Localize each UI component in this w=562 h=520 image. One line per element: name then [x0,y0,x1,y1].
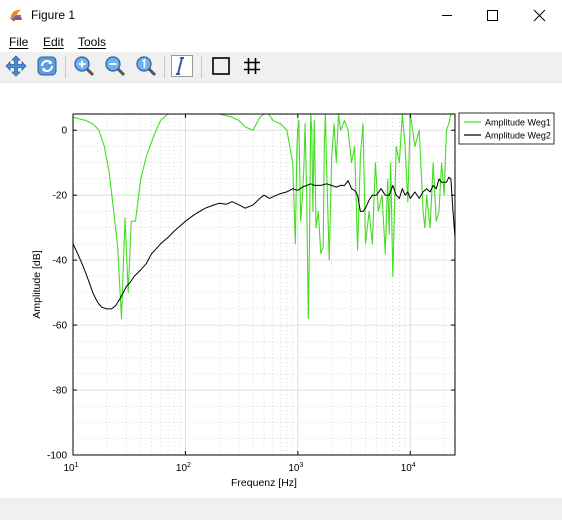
plot-area[interactable]: 0-20-40-60-80-100101 102 103 104Frequenz [H… [0,83,562,498]
axes-background [73,114,455,455]
x-tick-exponent: 3 [299,462,303,469]
toolbar-separator [201,56,202,78]
y-axis-label: Amplitude [dB] [31,250,43,318]
x-tick-exponent: 2 [187,462,191,469]
insert-text-icon[interactable] [170,54,194,78]
toolbar [0,52,562,83]
toggle-box-icon[interactable] [209,54,233,78]
x-tick-base: 10 [401,463,413,474]
y-tick-label: -20 [53,191,68,202]
window-title: Figure 1 [31,8,76,22]
menu-bar: File Edit Tools [0,31,562,52]
figure-canvas: 0 -20 -40 -60 -80 -100 101 102 103 104 Frequenz [H… [0,83,562,498]
y-tick-label: -100 [47,451,67,462]
y-tick-label: 0 [61,126,67,137]
toolbar-separator [164,56,165,78]
x-tick-base: 10 [176,463,188,474]
x-tick-label: 102 [176,462,191,474]
maximize-button[interactable] [469,0,515,31]
toggle-grid-icon[interactable] [240,54,264,78]
x-tick-exponent: 1 [75,462,79,469]
x-axis-label: Frequenz [Hz] [231,477,297,489]
minimize-button[interactable] [424,0,470,31]
status-bar [0,498,562,520]
title-bar: Figure 1 [0,0,562,31]
x-tick-label: 101 [63,462,78,474]
y-tick-label: -60 [53,321,68,332]
zoom-out-icon[interactable] [103,54,127,78]
close-button[interactable] [516,0,562,31]
zoom-in-icon[interactable] [72,54,96,78]
x-tick-label: 104 [401,462,416,474]
app-icon [10,9,23,22]
x-tick-exponent: 4 [412,462,416,469]
menu-file[interactable]: File [9,35,28,49]
x-tick-label: 103 [288,462,303,474]
legend-label-1: Amplitude Weg1 [485,118,551,128]
y-tick-label: -80 [53,386,68,397]
toolbar-separator [65,56,66,78]
x-tick-base: 10 [288,463,300,474]
legend-label-2: Amplitude Weg2 [485,131,551,141]
rotate-icon[interactable] [35,54,59,78]
pan-icon[interactable] [4,54,28,78]
menu-edit[interactable]: Edit [43,35,64,49]
x-tick-base: 10 [63,463,75,474]
y-tick-label: -40 [53,256,68,267]
zoom-reset-icon[interactable] [134,54,158,78]
menu-tools[interactable]: Tools [78,35,106,49]
